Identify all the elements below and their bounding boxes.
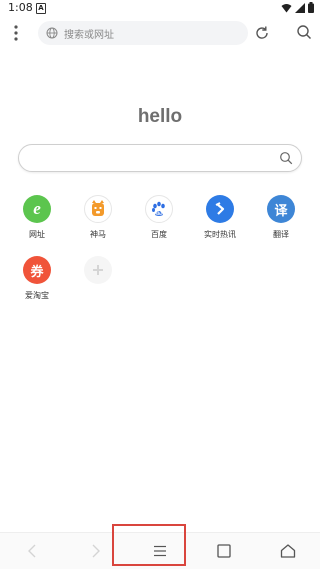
notification-a-icon: A	[36, 3, 46, 14]
shortcut-translate[interactable]: 译 翻译	[255, 195, 307, 240]
search-icon[interactable]	[296, 24, 312, 40]
home-button[interactable]	[256, 533, 320, 569]
coupon-icon: 券	[23, 256, 51, 284]
shortcut-realtime-news[interactable]: 实时热讯	[194, 195, 246, 240]
shortcut-label: 爱淘宝	[25, 291, 49, 300]
baidu-paw-icon: du	[145, 195, 173, 223]
status-time: 1:08	[8, 1, 33, 14]
home-search-input[interactable]	[18, 144, 302, 172]
chevron-left-icon	[28, 544, 36, 558]
search-icon[interactable]	[279, 151, 293, 165]
shortcut-baidu[interactable]: du 百度	[133, 195, 185, 240]
plus-icon	[84, 256, 112, 284]
tabs-button[interactable]	[192, 533, 256, 569]
wifi-icon	[281, 3, 292, 12]
home-title: hello	[137, 106, 183, 127]
news-arrow-icon	[206, 195, 234, 223]
add-shortcut-button[interactable]	[72, 256, 124, 284]
battery-icon	[308, 2, 314, 13]
menu-button-highlight	[112, 524, 186, 566]
status-icons	[281, 2, 314, 13]
tabs-square-icon	[217, 544, 231, 558]
e-icon: e	[23, 195, 51, 223]
back-button[interactable]	[0, 533, 64, 569]
shortcut-label: 网址	[29, 230, 45, 239]
url-bar[interactable]: 搜索或网址	[38, 21, 248, 45]
shortcut-label: 实时热讯	[204, 230, 236, 239]
shortcut-label: 神马	[90, 230, 106, 239]
more-options-icon[interactable]	[10, 24, 22, 42]
shortcut-ai-taobao[interactable]: 券 爱淘宝	[11, 256, 63, 301]
translate-icon: 译	[267, 195, 295, 223]
url-placeholder: 搜索或网址	[64, 29, 114, 41]
home-icon	[280, 544, 296, 558]
shortcut-wangzhi[interactable]: e 网址	[11, 195, 63, 240]
shortcut-label: 百度	[151, 230, 167, 239]
refresh-icon[interactable]	[254, 25, 270, 41]
chevron-right-icon	[92, 544, 100, 558]
shortcut-label: 翻译	[273, 230, 289, 239]
signal-icon	[295, 2, 305, 13]
browser-toolbar: 搜索或网址	[0, 18, 320, 48]
globe-icon	[46, 27, 58, 39]
status-bar: 1:08 A	[0, 0, 320, 16]
shenma-horse-icon	[84, 195, 112, 223]
shortcut-shenma[interactable]: 神马	[72, 195, 124, 240]
svg-text:du: du	[156, 211, 162, 216]
